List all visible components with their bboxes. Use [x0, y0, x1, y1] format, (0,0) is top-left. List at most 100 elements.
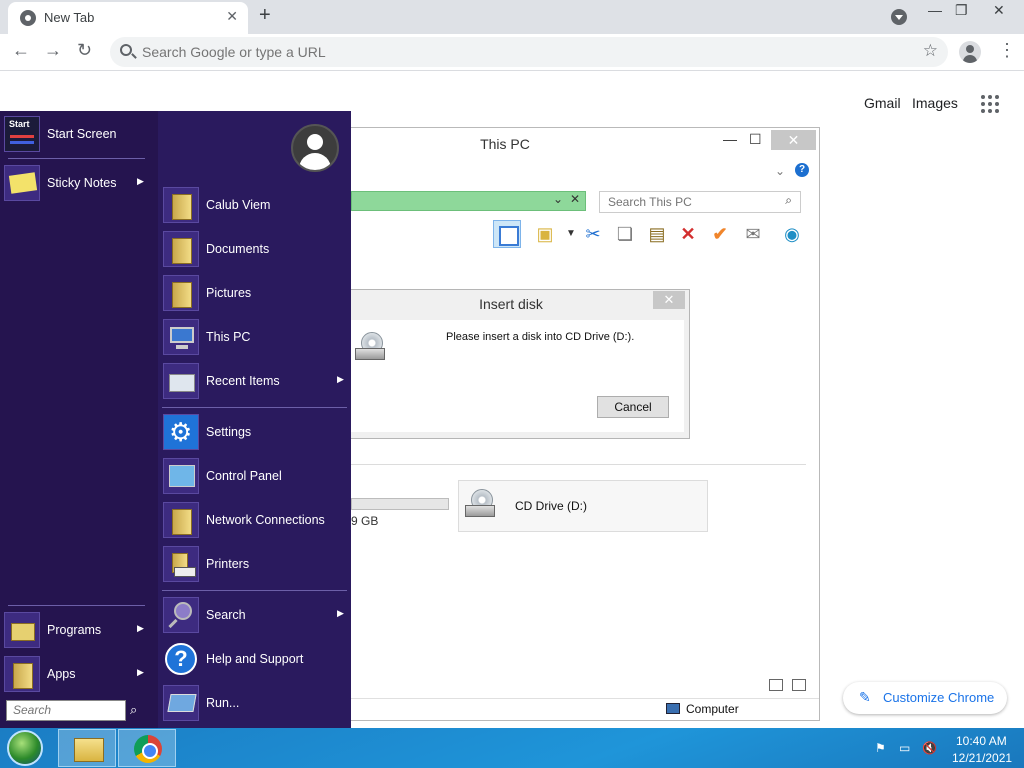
new-tab-plus-icon[interactable]: +: [259, 4, 271, 27]
properties-icon[interactable]: ▣: [531, 220, 559, 248]
search-magnifier-icon: [163, 597, 199, 633]
start-menu-divider: [8, 605, 145, 606]
drive-c-usage-bar: [351, 498, 449, 510]
programs-item[interactable]: Programs ▶: [0, 610, 150, 650]
google-apps-icon[interactable]: [981, 95, 999, 113]
documents-label: Documents: [206, 242, 270, 256]
search-icon[interactable]: ⌕: [130, 702, 137, 718]
start-orb-icon[interactable]: [7, 730, 43, 766]
start-menu-search-input[interactable]: [7, 701, 123, 719]
printers-item[interactable]: Printers: [159, 544, 349, 584]
taskbar-file-explorer-icon[interactable]: [58, 729, 116, 767]
calub-viem-item[interactable]: Calub Viem: [159, 185, 349, 225]
large-icons-view-icon[interactable]: [792, 679, 806, 691]
pictures-item[interactable]: Pictures: [159, 273, 349, 313]
documents-folder-icon: [163, 231, 199, 267]
share-globe-icon[interactable]: ◉: [778, 220, 806, 248]
profile-avatar-icon[interactable]: [959, 41, 981, 63]
documents-item[interactable]: Documents: [159, 229, 349, 269]
cd-drive-tile[interactable]: CD Drive (D:): [458, 480, 708, 532]
apps-icon: [4, 656, 40, 692]
help-icon[interactable]: ?: [795, 163, 809, 177]
run-item[interactable]: Run...: [159, 683, 349, 723]
apps-item[interactable]: Apps ▶: [0, 654, 150, 694]
explorer-toolbar: ▣ ▼ ✂ ❏ ▤ ✕ ✔ ✉ ◉: [493, 220, 811, 250]
pencil-icon: ✎: [859, 689, 871, 705]
cut-scissors-icon[interactable]: ✂: [579, 220, 607, 248]
sticky-notes-item[interactable]: Sticky Notes ▶: [0, 163, 150, 203]
explorer-close-icon[interactable]: ✕: [771, 130, 816, 150]
restore-icon[interactable]: ❐: [955, 2, 968, 19]
address-clear-icon[interactable]: ✕: [570, 192, 580, 206]
help-and-support-item[interactable]: ? Help and Support: [159, 639, 349, 679]
dialog-close-icon[interactable]: ✕: [653, 291, 685, 309]
control-panel-item[interactable]: Control Panel: [159, 456, 349, 496]
explorer-search-box[interactable]: ⌕: [599, 191, 801, 213]
search-label: Search: [206, 608, 246, 622]
network-icon[interactable]: ▭: [899, 741, 913, 755]
start-screen-icon: Start: [4, 116, 40, 152]
search-item[interactable]: Search ▶: [159, 595, 349, 635]
clock-time[interactable]: 10:40 AM: [956, 734, 1007, 748]
email-icon[interactable]: ✉: [739, 220, 767, 248]
chrome-menu-icon[interactable]: ⋮: [998, 41, 1016, 59]
this-pc-item[interactable]: This PC: [159, 317, 349, 357]
programs-icon: [4, 612, 40, 648]
address-bar[interactable]: ⌄ ✕: [351, 191, 586, 211]
apps-label: Apps: [47, 667, 76, 681]
clock-date[interactable]: 12/21/2021: [952, 751, 1012, 765]
start-screen-item[interactable]: Start Start Screen: [0, 114, 150, 154]
customize-chrome-label: Customize Chrome: [883, 690, 995, 705]
gmail-link[interactable]: Gmail: [864, 95, 901, 111]
this-pc-label: This PC: [206, 330, 251, 344]
images-link[interactable]: Images: [912, 95, 958, 111]
start-menu-divider: [162, 407, 347, 408]
submenu-arrow-icon: ▶: [137, 667, 144, 677]
ribbon-expand-chevron-icon[interactable]: ⌄: [775, 164, 785, 178]
address-dropdown-icon[interactable]: ⌄: [553, 192, 563, 206]
drive-c-size-text: 9 GB: [351, 514, 379, 528]
explorer-search-icon[interactable]: ⌕: [785, 193, 792, 208]
explorer-search-input[interactable]: [608, 195, 778, 209]
back-arrow-icon[interactable]: ←: [12, 40, 30, 61]
window-close-icon[interactable]: ✕: [993, 2, 1005, 19]
volume-muted-icon[interactable]: 🔇: [922, 741, 937, 755]
bookmark-star-icon[interactable]: ☆: [923, 41, 938, 61]
customize-chrome-button[interactable]: ✎ Customize Chrome: [843, 682, 1007, 714]
dialog-body: Please insert a disk into CD Drive (D:).…: [351, 320, 684, 432]
forward-arrow-icon[interactable]: →: [44, 40, 62, 61]
details-view-icon[interactable]: [769, 679, 783, 691]
cd-drive-label: CD Drive (D:): [515, 499, 587, 513]
search-icon: [120, 44, 132, 56]
recent-items-item[interactable]: Recent Items ▶: [159, 361, 349, 401]
network-connections-item[interactable]: Network Connections: [159, 500, 349, 540]
programs-label: Programs: [47, 623, 102, 637]
copy-icon[interactable]: ❏: [611, 220, 639, 248]
start-menu-search-box[interactable]: [6, 700, 126, 721]
omnibox-input[interactable]: [142, 42, 902, 62]
rename-check-icon[interactable]: ✔: [706, 220, 734, 248]
tab-new-tab[interactable]: New Tab ✕: [8, 2, 248, 34]
tab-close-icon[interactable]: ✕: [226, 8, 238, 25]
help-and-support-label: Help and Support: [206, 652, 304, 666]
tab-search-dropdown-icon[interactable]: [891, 9, 907, 25]
explorer-minimize-icon[interactable]: —: [723, 131, 737, 147]
paste-clipboard-icon[interactable]: ▤: [643, 220, 671, 248]
insert-disk-dialog: Insert disk ✕ Please insert a disk into …: [350, 289, 690, 439]
omnibox[interactable]: ☆: [110, 37, 948, 67]
dialog-title: Insert disk: [479, 296, 543, 312]
action-center-flag-icon[interactable]: ⚑: [875, 741, 889, 755]
minimize-icon[interactable]: —: [928, 2, 942, 18]
reload-icon[interactable]: ↻: [77, 40, 92, 61]
chrome-favicon-icon: [20, 10, 36, 26]
delete-x-icon[interactable]: ✕: [674, 220, 702, 248]
user-avatar-icon[interactable]: [291, 124, 339, 172]
explorer-maximize-icon[interactable]: ☐: [749, 131, 762, 148]
layout-pane-icon[interactable]: [493, 220, 521, 248]
taskbar-chrome-icon[interactable]: [118, 729, 176, 767]
dialog-message: Please insert a disk into CD Drive (D:).: [446, 331, 635, 343]
cancel-button[interactable]: Cancel: [597, 396, 669, 418]
pictures-label: Pictures: [206, 286, 252, 300]
settings-item[interactable]: ⚙ Settings: [159, 412, 349, 452]
sticky-notes-label: Sticky Notes: [47, 176, 117, 190]
